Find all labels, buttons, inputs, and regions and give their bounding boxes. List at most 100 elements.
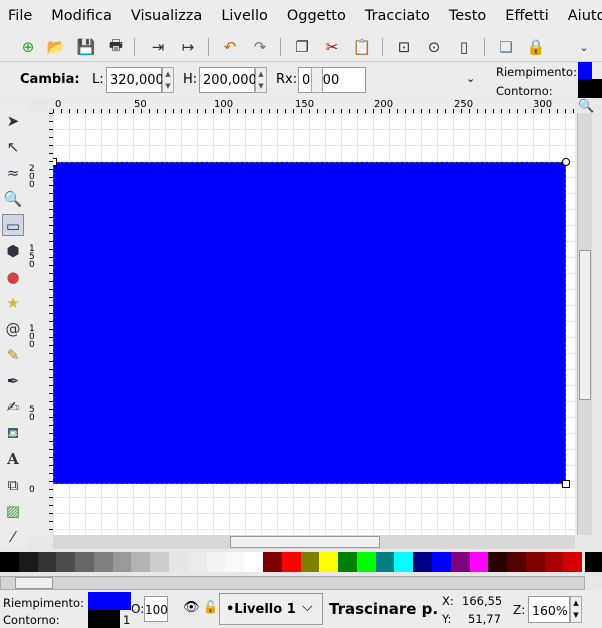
- save-icon[interactable]: 💾: [74, 35, 98, 59]
- width-input[interactable]: 320,000: [106, 67, 164, 93]
- stroke-swatch[interactable]: [578, 79, 602, 98]
- palette-swatch[interactable]: [187, 552, 207, 572]
- group-icon[interactable]: ❏: [494, 35, 518, 59]
- palette-swatch[interactable]: [244, 552, 263, 572]
- palette-swatch[interactable]: [488, 552, 508, 572]
- pen-tool-icon[interactable]: ✒: [2, 370, 24, 392]
- drawing-canvas[interactable]: [53, 113, 575, 535]
- palette-swatch[interactable]: [431, 552, 451, 572]
- menu-layer[interactable]: Livello: [221, 8, 268, 24]
- palette-swatch[interactable]: [319, 552, 339, 572]
- connector-tool-icon[interactable]: ⧉: [2, 474, 24, 496]
- visibility-eye-icon[interactable]: 👁: [183, 600, 200, 615]
- zoom-drawing-icon[interactable]: ⊙: [422, 35, 446, 59]
- stroke-swatch[interactable]: [88, 610, 120, 628]
- height-spinner[interactable]: ▲ ▼: [255, 67, 267, 93]
- palette-swatch[interactable]: [18, 552, 38, 572]
- palette-swatch[interactable]: [507, 552, 526, 572]
- selector-tool-icon[interactable]: ➤: [2, 110, 24, 132]
- rx-spinner[interactable]: [311, 67, 323, 93]
- horizontal-scroll-thumb[interactable]: [230, 536, 380, 548]
- more-chevron-icon[interactable]: ⌄: [572, 35, 596, 59]
- palette-swatch[interactable]: [37, 552, 57, 572]
- palette-swatch[interactable]: [206, 552, 226, 572]
- palette-swatch[interactable]: [169, 552, 188, 572]
- menu-text[interactable]: Testo: [449, 8, 486, 24]
- height-input[interactable]: 200,000: [199, 67, 257, 93]
- vertical-scrollbar[interactable]: [577, 113, 592, 535]
- palette-swatch[interactable]: [563, 552, 583, 572]
- cut-icon[interactable]: ✂: [320, 35, 344, 59]
- palette-swatch[interactable]: [413, 552, 432, 572]
- zoom-tool-icon[interactable]: 🔍: [2, 188, 24, 210]
- open-icon[interactable]: 📂: [44, 35, 68, 59]
- duplicate-icon[interactable]: ❐: [290, 35, 314, 59]
- menu-file[interactable]: File: [8, 8, 32, 24]
- horizontal-scrollbar[interactable]: [53, 535, 575, 549]
- palette-swatch[interactable]: [262, 552, 282, 572]
- palette-swatch[interactable]: [281, 552, 301, 572]
- rounding-handle[interactable]: [562, 158, 570, 166]
- lock-icon[interactable]: 🔒: [524, 35, 548, 59]
- palette-swatch[interactable]: [356, 552, 376, 572]
- rectangle-tool-icon[interactable]: ▭: [2, 214, 24, 236]
- palette-menu-icon[interactable]: [585, 552, 602, 572]
- palette-swatch[interactable]: [112, 552, 132, 572]
- menu-edit[interactable]: Modifica: [51, 8, 112, 24]
- node-tool-icon[interactable]: ↖: [2, 136, 24, 158]
- opacity-input[interactable]: 100: [144, 596, 168, 622]
- menu-path[interactable]: Tracciato: [365, 8, 430, 24]
- palette-swatch[interactable]: [394, 552, 414, 572]
- ellipse-tool-icon[interactable]: ●: [2, 266, 24, 288]
- new-document-icon[interactable]: ⊕: [16, 35, 40, 59]
- menu-effects[interactable]: Effetti: [505, 8, 548, 24]
- redo-icon[interactable]: ↷: [248, 35, 272, 59]
- zoom-input[interactable]: 160%: [528, 596, 570, 623]
- menu-help[interactable]: Aiuto: [568, 8, 602, 24]
- export-icon[interactable]: ↦: [176, 35, 200, 59]
- more-chevron-icon[interactable]: ⌄: [466, 72, 475, 85]
- lock-icon[interactable]: 🔓: [203, 600, 218, 614]
- tweak-tool-icon[interactable]: ≈: [2, 162, 24, 184]
- corner-handle[interactable]: [53, 158, 57, 166]
- menu-object[interactable]: Oggetto: [287, 8, 346, 24]
- palette-swatch[interactable]: [0, 552, 19, 572]
- palette-swatch[interactable]: [225, 552, 245, 572]
- selected-rectangle[interactable]: [53, 162, 566, 484]
- width-spinner[interactable]: ▲ ▼: [162, 67, 174, 93]
- gradient-tool-icon[interactable]: ▨: [2, 500, 24, 522]
- spiral-tool-icon[interactable]: @: [2, 318, 24, 340]
- text-tool-icon[interactable]: A: [2, 448, 24, 470]
- palette-swatch[interactable]: [450, 552, 470, 572]
- paint-bucket-tool-icon[interactable]: ⛾: [2, 422, 24, 444]
- undo-icon[interactable]: ↶: [218, 35, 242, 59]
- star-tool-icon[interactable]: ★: [2, 292, 24, 314]
- palette-swatch[interactable]: [544, 552, 564, 572]
- palette-swatch[interactable]: [75, 552, 94, 572]
- palette-scrollbar[interactable]: [0, 576, 585, 590]
- palette-swatch[interactable]: [338, 552, 357, 572]
- fill-swatch[interactable]: [88, 592, 131, 610]
- palette-swatch[interactable]: [375, 552, 395, 572]
- pencil-tool-icon[interactable]: ✎: [2, 344, 24, 366]
- rx-input[interactable]: 0,000: [298, 67, 366, 93]
- zoom-selection-icon[interactable]: ⊡: [392, 35, 416, 59]
- zoom-page-icon[interactable]: ▯: [452, 35, 476, 59]
- print-icon[interactable]: 🖶: [104, 35, 128, 59]
- 3d-box-tool-icon[interactable]: ⬢: [2, 240, 24, 262]
- palette-swatch[interactable]: [131, 552, 151, 572]
- palette-swatch[interactable]: [300, 552, 320, 572]
- palette-swatch[interactable]: [56, 552, 76, 572]
- zoom-spinner[interactable]: ▲ ▼: [570, 596, 582, 623]
- fill-swatch[interactable]: [578, 62, 592, 79]
- palette-swatch[interactable]: [469, 552, 489, 572]
- paste-icon[interactable]: 📋: [350, 35, 374, 59]
- palette-scroll-thumb[interactable]: [15, 577, 53, 589]
- calligraphy-tool-icon[interactable]: ✍: [2, 396, 24, 418]
- import-icon[interactable]: ⇥: [146, 35, 170, 59]
- menu-view[interactable]: Visualizza: [131, 8, 202, 24]
- palette-swatch[interactable]: [93, 552, 113, 572]
- palette-swatch[interactable]: [150, 552, 170, 572]
- corner-handle[interactable]: [562, 480, 570, 488]
- vertical-scroll-thumb[interactable]: [579, 250, 591, 400]
